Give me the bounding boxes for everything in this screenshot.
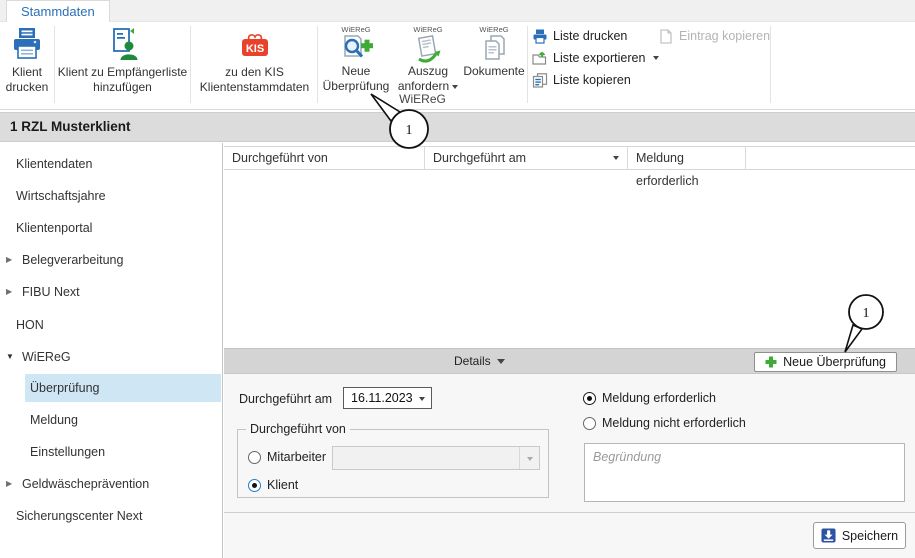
expand-arrow-icon[interactable]: ▼ xyxy=(6,343,14,371)
plus-icon xyxy=(765,356,777,368)
dropdown-caret-icon xyxy=(527,457,533,461)
search-plus-icon xyxy=(338,34,374,64)
ribbon-separator xyxy=(190,26,191,103)
document-request-icon xyxy=(411,34,445,64)
begruendung-textarea[interactable] xyxy=(584,443,905,502)
dropdown-caret-icon xyxy=(419,397,425,401)
column-header-durchgefuehrt-von[interactable]: Durchgeführt von xyxy=(224,147,425,170)
print-client-button[interactable]: Klient drucken xyxy=(0,25,54,105)
group-label: Durchgeführt von xyxy=(246,422,350,436)
copy-entry-icon xyxy=(658,29,674,44)
sidebar-item-sicherungscenter-next[interactable]: Sicherungscenter Next xyxy=(0,502,221,530)
date-label: Durchgeführt am xyxy=(239,392,332,406)
dropdown-section xyxy=(519,447,539,469)
check-list-table-header: Durchgeführt von Durchgeführt am Meldung… xyxy=(224,146,915,170)
printer-icon xyxy=(10,25,44,65)
sidebar-item-geldwaeschepraevention[interactable]: ▶ Geldwäscheprävention xyxy=(0,470,221,498)
sidebar-item-klientendaten[interactable]: Klientendaten xyxy=(0,150,221,178)
details-collapse-icon xyxy=(497,359,505,364)
ribbon-button-label: Klient drucken xyxy=(0,65,54,95)
radio-circle[interactable] xyxy=(248,479,261,492)
sidebar-nav: Klientendaten Wirtschaftsjahre Klientenp… xyxy=(0,143,223,558)
column-header-meldung-erforderlich[interactable]: Meldung erforderlich xyxy=(628,147,746,170)
sidebar-item-ueberpruefung[interactable]: Überprüfung xyxy=(25,374,221,402)
radio-meldung-erforderlich[interactable]: Meldung erforderlich xyxy=(583,391,716,405)
ribbon-button-label: Klient zu Empfängerliste hinzufügen xyxy=(56,65,189,95)
app-window: Stammdaten Klient drucken xyxy=(0,0,915,558)
sidebar-item-klientenportal[interactable]: Klientenportal xyxy=(0,214,221,242)
dropdown-caret-icon xyxy=(452,85,458,89)
add-client-to-recipient-list-button[interactable]: Klient zu Empfängerliste hinzufügen xyxy=(56,25,189,105)
ribbon-button-label: Neue Überprüfung xyxy=(318,64,394,94)
form-footer: Speichern xyxy=(224,512,915,558)
document-person-icon xyxy=(106,25,140,65)
radio-circle[interactable] xyxy=(248,451,261,464)
ribbon-group-label: WiEReG xyxy=(318,92,527,106)
copy-entry-button[interactable]: Eintrag kopieren xyxy=(658,27,770,45)
svg-text:KIS: KIS xyxy=(245,43,263,55)
ribbon-button-label: zu den KIS Klientenstammdaten xyxy=(192,65,317,95)
check-details-form: Durchgeführt am 16.11.2023 Durchgeführt … xyxy=(224,374,915,512)
details-splitter-bar: Details Neue Überprüfung xyxy=(224,348,915,374)
save-button[interactable]: Speichern xyxy=(813,522,906,549)
kis-client-master-data-button[interactable]: KIS zu den KIS Klientenstammdaten xyxy=(192,25,317,105)
copy-list-button[interactable]: Liste kopieren xyxy=(532,71,631,89)
export-list-icon xyxy=(532,51,548,66)
new-check-button[interactable]: Neue Überprüfung xyxy=(754,352,897,372)
radio-meldung-nicht-erforderlich[interactable]: Meldung nicht erforderlich xyxy=(583,416,746,430)
sidebar-item-fibu-next[interactable]: ▶ FIBU Next xyxy=(0,278,221,306)
date-dropdown[interactable]: 16.11.2023 xyxy=(343,387,432,409)
tab-stammdaten[interactable]: Stammdaten xyxy=(6,0,110,22)
client-title: 1 RZL Musterklient xyxy=(10,119,131,134)
ribbon-separator xyxy=(54,26,55,103)
ribbon-separator xyxy=(770,26,771,103)
ribbon-button-label: Auszug anfordern xyxy=(394,64,462,94)
column-header-durchgefuehrt-am[interactable]: Durchgeführt am xyxy=(425,147,628,170)
print-list-icon xyxy=(532,29,548,44)
mitarbeiter-dropdown[interactable] xyxy=(332,446,540,470)
wiereg-badge: WiEReG xyxy=(341,25,370,34)
ribbon: Klient drucken Klient zu Empfängerliste … xyxy=(0,22,915,110)
radio-circle[interactable] xyxy=(583,392,596,405)
sidebar-item-belegverarbeitung[interactable]: ▶ Belegverarbeitung xyxy=(0,246,221,274)
kis-icon: KIS xyxy=(237,25,273,65)
durchgefuehrt-von-group: Durchgeführt von Mitarbeiter Klient xyxy=(237,422,549,498)
sidebar-item-wirtschaftsjahre[interactable]: Wirtschaftsjahre xyxy=(0,182,221,210)
ribbon-button-label: Dokumente xyxy=(463,64,524,79)
collapse-arrow-icon[interactable]: ▶ xyxy=(6,278,12,306)
ribbon-separator xyxy=(527,26,528,103)
save-icon xyxy=(821,528,836,543)
collapse-arrow-icon[interactable]: ▶ xyxy=(6,246,12,274)
documents-icon xyxy=(479,34,509,64)
print-list-button[interactable]: Liste drucken xyxy=(532,27,627,45)
radio-klient[interactable]: Klient xyxy=(248,478,298,492)
collapse-arrow-icon[interactable]: ▶ xyxy=(6,470,12,498)
details-toggle[interactable]: Details xyxy=(454,349,505,373)
sidebar-item-meldung[interactable]: Meldung xyxy=(0,406,221,434)
ribbon-tabs: Stammdaten xyxy=(0,0,915,22)
callout-marker-details: 1 xyxy=(845,295,883,352)
dropdown-caret-icon xyxy=(653,56,659,60)
radio-circle[interactable] xyxy=(583,417,596,430)
svg-text:1: 1 xyxy=(863,306,870,321)
sidebar-item-hon[interactable]: HON xyxy=(0,311,221,339)
radio-mitarbeiter[interactable]: Mitarbeiter xyxy=(248,450,326,464)
client-header: 1 RZL Musterklient xyxy=(0,112,915,142)
sidebar-item-wiereg[interactable]: ▼ WiEReG xyxy=(0,343,221,371)
export-list-button[interactable]: Liste exportieren xyxy=(532,49,659,67)
copy-list-icon xyxy=(532,73,548,88)
wiereg-badge: WiEReG xyxy=(413,25,442,34)
wiereg-badge: WiEReG xyxy=(479,25,508,34)
sort-filter-icon[interactable] xyxy=(613,156,619,160)
sidebar-item-einstellungen[interactable]: Einstellungen xyxy=(0,438,221,466)
